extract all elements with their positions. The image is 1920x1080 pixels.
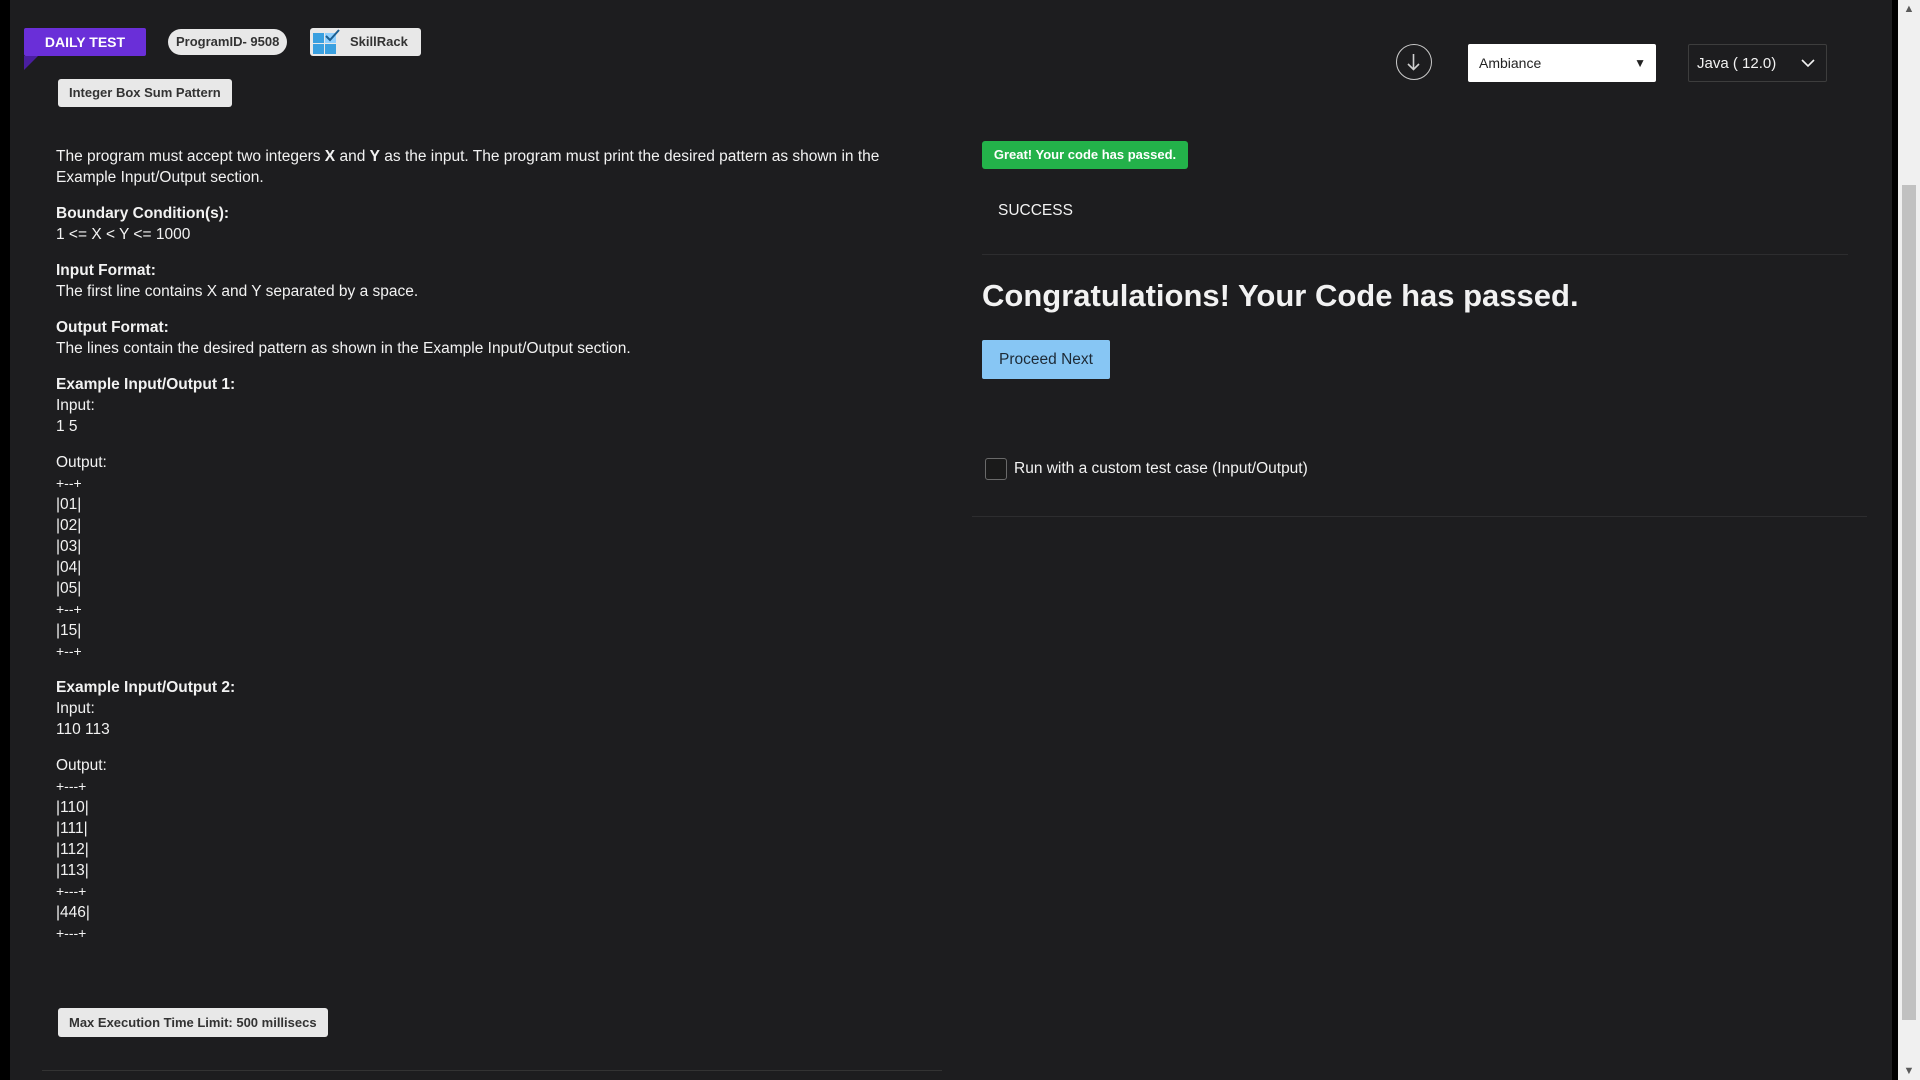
scroll-down-icon[interactable]: ▼ <box>1898 1062 1920 1080</box>
example1-input-value: 1 5 <box>56 418 78 435</box>
pass-badge: Great! Your code has passed. <box>982 141 1188 169</box>
intro-segment: X <box>324 148 336 165</box>
program-id-badge: ProgramID- 9508 <box>168 29 288 55</box>
ribbon-tail <box>24 56 38 70</box>
example1-output-section: Output: +--+ |01| |02| |03| |04| |05| +-… <box>56 452 936 662</box>
time-limit-chip: Max Execution Time Limit: 500 millisecs <box>58 1008 328 1037</box>
example2-heading: Example Input/Output 2: <box>56 679 236 696</box>
example2-output-line: |111| <box>56 820 88 837</box>
intro-segment: and <box>335 148 370 165</box>
example2-output-label: Output: <box>56 757 107 774</box>
congrats-heading: Congratulations! Your Code has passed. <box>982 278 1579 313</box>
example2-output-line: +---+ <box>56 778 87 794</box>
custom-test-checkbox[interactable] <box>985 458 1007 480</box>
download-icon <box>1407 54 1420 71</box>
example2-output-line: |110| <box>56 799 89 816</box>
example2-input-section: Example Input/Output 2: Input: 110 113 <box>56 677 936 740</box>
problem-description: The program must accept two integers X a… <box>56 146 936 959</box>
example1-output-line: |05| <box>56 580 82 597</box>
input-format-section: Input Format: The first line contains X … <box>56 260 936 302</box>
theme-select-value: Ambiance <box>1479 55 1542 71</box>
example1-output-line: |15| <box>56 622 82 639</box>
theme-select[interactable]: Ambiance ▼ <box>1468 44 1656 82</box>
input-format-text: The first line contains X and Y separate… <box>56 283 419 300</box>
page-scrollbar[interactable]: ▲ ▼ <box>1898 0 1920 1080</box>
example1-output-line: |02| <box>56 517 82 534</box>
example1-output-line: |03| <box>56 538 82 555</box>
problem-page: DAILY TEST ProgramID- 9508 SkillRack Int… <box>10 0 1892 1080</box>
problem-title-chip: Integer Box Sum Pattern <box>58 79 232 107</box>
skillrack-label: SkillRack <box>350 34 408 49</box>
example2-input-value: 110 113 <box>56 721 110 738</box>
boundary-heading: Boundary Condition(s): <box>56 205 230 222</box>
intro-segment: The program must accept two integers <box>56 148 325 165</box>
example1-output-line: +--+ <box>56 475 82 491</box>
example1-input-label: Input: <box>56 397 95 414</box>
download-button[interactable] <box>1396 44 1432 80</box>
example2-output-section: Output: +---+ |110| |111| |112| |113| +-… <box>56 755 936 944</box>
output-format-text: The lines contain the desired pattern as… <box>56 340 631 357</box>
example2-input-label: Input: <box>56 700 95 717</box>
scroll-up-icon[interactable]: ▲ <box>1898 0 1920 18</box>
chevron-down-icon: ▼ <box>1634 56 1646 70</box>
input-format-heading: Input Format: <box>56 262 156 279</box>
example1-output-label: Output: <box>56 454 107 471</box>
divider <box>972 516 1867 517</box>
status-text: SUCCESS <box>998 202 1073 219</box>
example1-heading: Example Input/Output 1: <box>56 376 236 393</box>
boundary-section: Boundary Condition(s): 1 <= X < Y <= 100… <box>56 203 936 245</box>
example1-output-line: +--+ <box>56 643 82 659</box>
skillrack-badge[interactable]: SkillRack <box>310 28 421 56</box>
proceed-next-button[interactable]: Proceed Next <box>982 340 1110 379</box>
example2-output-line: |446| <box>56 904 90 921</box>
example1-output-line: +--+ <box>56 601 82 617</box>
chevron-down-icon <box>1801 59 1815 68</box>
example1-output-line: |01| <box>56 496 82 513</box>
intro-segment: Y <box>369 148 380 165</box>
output-format-heading: Output Format: <box>56 319 169 336</box>
language-select[interactable]: Java ( 12.0) <box>1688 44 1827 82</box>
example1-output-line: |04| <box>56 559 82 576</box>
scroll-thumb[interactable] <box>1902 185 1916 1020</box>
daily-test-ribbon: DAILY TEST <box>24 28 146 56</box>
divider <box>982 254 1848 255</box>
example1-input-section: Example Input/Output 1: Input: 1 5 <box>56 374 936 437</box>
example2-output-line: |112| <box>56 841 89 858</box>
example2-output-line: |113| <box>56 862 89 879</box>
custom-test-label[interactable]: Run with a custom test case (Input/Outpu… <box>1014 459 1308 479</box>
boundary-text: 1 <= X < Y <= 1000 <box>56 226 191 243</box>
output-format-section: Output Format: The lines contain the des… <box>56 317 936 359</box>
divider <box>42 1070 942 1071</box>
problem-intro: The program must accept two integers X a… <box>56 146 936 188</box>
example2-output-line: +---+ <box>56 883 87 899</box>
example2-output-line: +---+ <box>56 925 87 941</box>
language-select-value: Java ( 12.0) <box>1697 55 1777 72</box>
skillrack-logo-icon <box>313 29 340 54</box>
